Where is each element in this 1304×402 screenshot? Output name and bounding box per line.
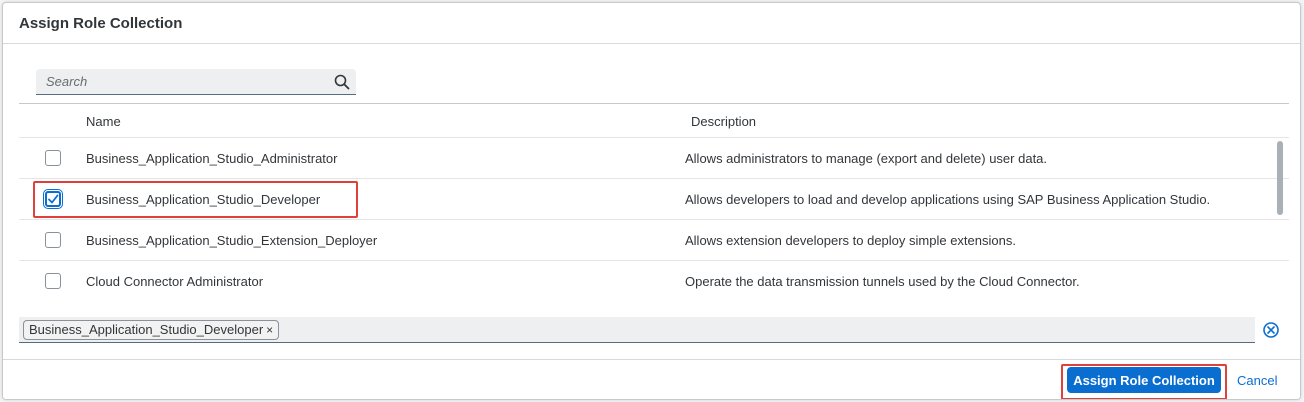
row-checkbox[interactable]	[45, 232, 61, 248]
selected-token[interactable]: Business_Application_Studio_Developer ×	[23, 319, 280, 340]
search-icon[interactable]	[328, 69, 356, 95]
table-row[interactable]: Business_Application_Studio_Developer Al…	[19, 179, 1289, 220]
table-row[interactable]: Business_Application_Studio_Extension_De…	[19, 220, 1289, 261]
column-header-name[interactable]: Name	[86, 114, 121, 129]
row-checkbox[interactable]	[43, 189, 63, 209]
table-row[interactable]: Business_Application_Studio_Administrato…	[19, 138, 1289, 179]
column-header-description[interactable]: Description	[691, 114, 756, 129]
checkmark-icon	[48, 194, 59, 204]
table-scrollbar[interactable]	[1277, 141, 1283, 215]
search-input[interactable]	[46, 74, 328, 89]
assign-role-collection-dialog: Assign Role Collection Name Description …	[2, 2, 1301, 400]
dialog-header: Assign Role Collection	[3, 3, 1300, 44]
row-name: Business_Application_Studio_Extension_De…	[86, 233, 378, 248]
row-description: Operate the data transmission tunnels us…	[685, 274, 1080, 289]
row-name: Cloud Connector Administrator	[86, 274, 264, 289]
cancel-button[interactable]: Cancel	[1233, 367, 1281, 393]
assign-role-collection-button[interactable]: Assign Role Collection	[1067, 367, 1221, 393]
role-collection-table: Name Description Business_Application_St…	[19, 103, 1289, 302]
token-label: Business_Application_Studio_Developer	[29, 322, 264, 337]
row-checkbox[interactable]	[45, 150, 61, 166]
row-name: Business_Application_Studio_Administrato…	[86, 151, 338, 166]
dialog-title: Assign Role Collection	[19, 14, 183, 32]
row-description: Allows administrators to manage (export …	[685, 151, 1048, 166]
table-header: Name Description	[19, 103, 1289, 138]
token-remove-icon[interactable]: ×	[266, 323, 273, 337]
clear-all-icon[interactable]	[1262, 321, 1280, 339]
selected-tokens-field[interactable]: Business_Application_Studio_Developer ×	[19, 317, 1255, 343]
row-name: Business_Application_Studio_Developer	[86, 192, 321, 207]
row-description: Allows developers to load and develop ap…	[685, 192, 1211, 207]
table-row[interactable]: Cloud Connector Administrator Operate th…	[19, 261, 1289, 302]
row-description: Allows extension developers to deploy si…	[685, 233, 1016, 248]
row-checkbox[interactable]	[45, 273, 61, 289]
search-field[interactable]	[36, 69, 356, 95]
dialog-footer: Assign Role Collection Cancel	[3, 359, 1300, 399]
